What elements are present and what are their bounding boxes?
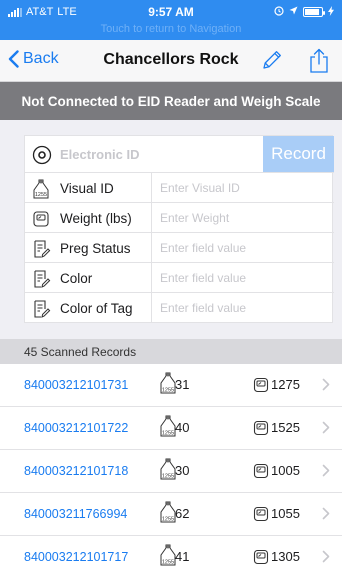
scale-icon xyxy=(253,377,269,398)
network-label: LTE xyxy=(57,6,77,18)
field-row-preg-status: Preg Status xyxy=(25,233,334,263)
signal-icon xyxy=(8,7,22,17)
record-visual-id: 30 xyxy=(175,463,190,478)
scale-icon xyxy=(253,506,269,527)
field-row-visual-id: 1255 Visual ID xyxy=(25,173,334,203)
record-row[interactable]: 840003212101717 1255 41 1305 xyxy=(0,536,342,577)
record-row[interactable]: 840003212101722 1255 40 1525 xyxy=(0,407,342,450)
connection-status-banner: Not Connected to EID Reader and Weigh Sc… xyxy=(0,82,342,120)
color-input[interactable] xyxy=(151,263,334,292)
weight-input[interactable] xyxy=(151,203,334,232)
tag-icon-text: 1255 xyxy=(162,560,174,566)
record-visual-id: 31 xyxy=(175,377,190,392)
field-row-color-of-tag: Color of Tag xyxy=(25,293,334,323)
return-to-navigation[interactable]: Touch to return to Navigation xyxy=(0,23,342,35)
scale-icon xyxy=(253,463,269,484)
weight-label: Weight (lbs) xyxy=(60,211,132,226)
ear-tag-icon: 1255 xyxy=(30,178,52,205)
record-row[interactable]: 840003211766994 1255 62 1055 xyxy=(0,493,342,536)
visual-id-input[interactable] xyxy=(151,173,334,202)
color-of-tag-label: Color of Tag xyxy=(60,301,133,316)
field-row-color: Color xyxy=(25,263,334,293)
status-right xyxy=(274,5,334,19)
eid-row: Electronic ID Record xyxy=(25,136,334,173)
record-eid: 840003211766994 xyxy=(24,507,128,521)
note-icon xyxy=(30,268,52,295)
rfid-icon xyxy=(32,145,52,170)
color-label: Color xyxy=(60,271,93,286)
scale-icon xyxy=(253,549,269,570)
record-weight: 1525 xyxy=(271,420,300,435)
eid-field[interactable]: Electronic ID xyxy=(60,147,139,162)
status-left: AT&T LTE xyxy=(8,6,77,18)
status-bar[interactable]: AT&T LTE 9:57 AM Touch to return to Navi… xyxy=(0,0,342,40)
preg-status-label: Preg Status xyxy=(60,241,131,256)
record-weight: 1305 xyxy=(271,549,300,564)
record-visual-id: 40 xyxy=(175,420,190,435)
record-weight: 1005 xyxy=(271,463,300,478)
chevron-right-icon xyxy=(322,507,330,523)
share-icon[interactable] xyxy=(308,48,330,79)
record-row[interactable]: 840003212101731 1255 31 1275 xyxy=(0,364,342,407)
tag-icon-text: 1255 xyxy=(35,192,47,198)
color-of-tag-input[interactable] xyxy=(151,293,334,323)
tag-icon-text: 1255 xyxy=(162,431,174,437)
chevron-right-icon xyxy=(322,464,330,480)
note-icon xyxy=(30,298,52,325)
chevron-right-icon xyxy=(322,378,330,394)
record-eid: 840003212101722 xyxy=(24,421,129,435)
record-eid: 840003212101731 xyxy=(24,378,129,392)
record-eid: 840003212101717 xyxy=(24,550,129,564)
pencil-icon[interactable] xyxy=(260,48,284,77)
record-weight: 1055 xyxy=(271,506,300,521)
record-visual-id: 62 xyxy=(175,506,190,521)
carrier-label: AT&T xyxy=(26,6,54,18)
tag-icon-text: 1255 xyxy=(162,474,174,480)
battery-icon xyxy=(303,7,325,17)
field-row-weight: Weight (lbs) xyxy=(25,203,334,233)
record-button[interactable]: Record xyxy=(263,136,334,172)
record-visual-id: 41 xyxy=(175,549,190,564)
visual-id-label: Visual ID xyxy=(60,181,114,196)
page-title: Chancellors Rock xyxy=(103,51,239,68)
scale-icon xyxy=(253,420,269,441)
record-row[interactable]: 840003212101718 1255 30 1005 xyxy=(0,450,342,493)
scanned-records-header: 45 Scanned Records xyxy=(0,339,342,364)
location-icon xyxy=(289,6,298,18)
charging-icon xyxy=(328,5,334,19)
preg-status-input[interactable] xyxy=(151,233,334,262)
tag-icon-text: 1255 xyxy=(162,517,174,523)
alarm-icon xyxy=(274,5,284,19)
records-list: 840003212101731 1255 31 1275 840003212101722… xyxy=(0,364,342,577)
note-icon xyxy=(30,238,52,265)
status-time: 9:57 AM xyxy=(148,5,194,19)
navigation-bar: Back Chancellors Rock xyxy=(0,40,342,82)
record-form: Electronic ID Record 1255 Visual ID Weig… xyxy=(24,135,334,323)
tag-icon-text: 1255 xyxy=(162,388,174,394)
scale-icon xyxy=(30,208,52,235)
record-weight: 1275 xyxy=(271,377,300,392)
chevron-right-icon xyxy=(322,421,330,437)
chevron-right-icon xyxy=(322,550,330,566)
record-eid: 840003212101718 xyxy=(24,464,129,478)
